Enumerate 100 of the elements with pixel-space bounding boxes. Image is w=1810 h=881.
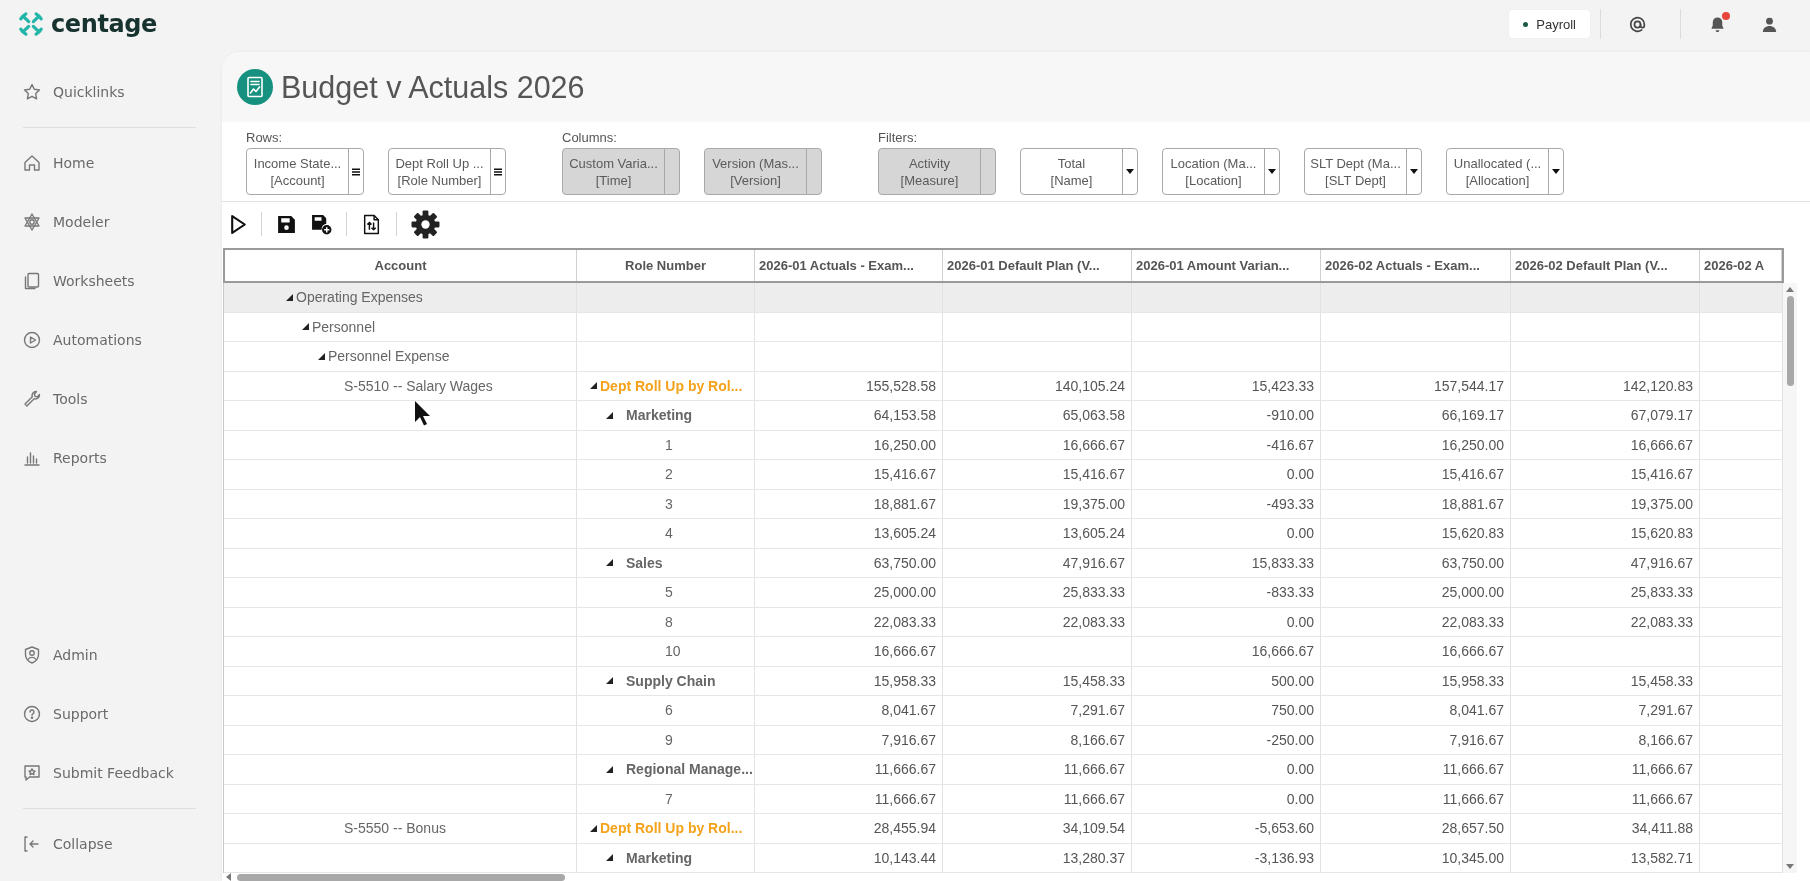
dropdown-arrow-icon[interactable]: [1126, 169, 1134, 174]
role-name: 4: [665, 525, 673, 542]
caret-icon[interactable]: [590, 824, 597, 832]
status-dot-icon: [1523, 21, 1529, 27]
field-pill[interactable]: Activity [Measure]: [878, 148, 996, 195]
field-pill[interactable]: Dept Roll Up ... [Role Number]: [388, 148, 506, 195]
bell-icon[interactable]: [1708, 14, 1727, 34]
table-cell: 15,958.33: [1321, 666, 1511, 695]
scroll-down-icon[interactable]: [1786, 864, 1794, 869]
table-cell: 16,250.00: [1321, 430, 1511, 459]
settings-icon[interactable]: [411, 209, 440, 239]
column-header[interactable]: 2026-02 Actuals - Exam...: [1321, 250, 1511, 281]
save-as-icon[interactable]: [311, 213, 332, 235]
dropdown-arrow-icon[interactable]: [1268, 169, 1276, 174]
caret-icon[interactable]: [606, 765, 613, 773]
table-cell: 64,153.58: [755, 401, 943, 430]
table-cell: 8,041.67: [755, 696, 943, 725]
scrollbar-thumb[interactable]: [1786, 296, 1794, 386]
play-icon[interactable]: [230, 213, 247, 235]
caret-icon[interactable]: [606, 677, 613, 685]
save-icon[interactable]: [276, 213, 297, 235]
table-cell: 16,666.67: [943, 430, 1132, 459]
column-header[interactable]: Account: [225, 250, 577, 281]
scrollbar-thumb[interactable]: [237, 873, 565, 881]
column-header[interactable]: 2026-02 A: [1700, 250, 1782, 281]
table-cell: 65,063.58: [943, 401, 1132, 430]
shield-user-icon: [22, 645, 42, 665]
table-cell: 15,958.33: [755, 666, 943, 695]
table-cell: -5,653.60: [1132, 814, 1321, 843]
nav-item[interactable]: Support: [0, 696, 222, 732]
nav-item[interactable]: Quicklinks: [0, 74, 222, 110]
scroll-left-icon[interactable]: [226, 873, 231, 881]
table-cell: 63,750.00: [1321, 548, 1511, 577]
group-label: Rows:: [246, 130, 284, 145]
role-name: Regional Manage...: [626, 761, 753, 778]
field-pill[interactable]: Income State... [Account]: [246, 148, 364, 195]
column-header[interactable]: 2026-01 Default Plan (V...: [943, 250, 1132, 281]
menu-icon[interactable]: [494, 167, 502, 176]
field-pill[interactable]: Unallocated (... [Allocation]: [1446, 148, 1564, 195]
table-cell: 16,666.67: [1132, 637, 1321, 666]
caret-icon[interactable]: [606, 559, 613, 567]
caret-icon[interactable]: [318, 352, 325, 360]
caret-icon[interactable]: [606, 854, 613, 862]
field-pill[interactable]: SLT Dept (Ma... [SLT Dept]: [1304, 148, 1422, 195]
wrench-icon: [22, 389, 42, 409]
nav-item[interactable]: Automations: [0, 322, 222, 358]
table-cell: 11,666.67: [943, 784, 1132, 813]
workspace-button[interactable]: Payroll: [1509, 10, 1590, 38]
brand-name: centage: [51, 10, 157, 38]
caret-icon[interactable]: [302, 323, 309, 331]
account-name: S-5510 -- Salary Wages: [344, 377, 493, 394]
column-header[interactable]: 2026-01 Actuals - Exam...: [755, 250, 943, 281]
export-icon[interactable]: [361, 213, 382, 235]
table-cell: 19,375.00: [1511, 489, 1700, 518]
table-cell: 13,605.24: [943, 519, 1132, 548]
collapse-button[interactable]: Collapse: [0, 826, 222, 862]
column-header[interactable]: 2026-02 Default Plan (V...: [1511, 250, 1700, 281]
table-cell: 15,458.33: [1511, 666, 1700, 695]
account-name: Operating Expenses: [296, 289, 423, 306]
dropdown-arrow-icon[interactable]: [1410, 169, 1418, 174]
column-header[interactable]: Role Number: [577, 250, 755, 281]
nav-item[interactable]: Tools: [0, 381, 222, 417]
role-name: 9: [665, 731, 673, 748]
vertical-scrollbar[interactable]: [1783, 283, 1797, 873]
menu-icon[interactable]: [352, 167, 360, 176]
account-name: Personnel: [312, 318, 376, 335]
field-pill[interactable]: Custom Varia... [Time]: [562, 148, 680, 195]
at-sign-icon[interactable]: [1628, 14, 1647, 34]
table-cell: 750.00: [1132, 696, 1321, 725]
caret-icon[interactable]: [606, 411, 613, 419]
field-pill[interactable]: Version (Mas... [Version]: [704, 148, 822, 195]
caret-icon[interactable]: [286, 293, 293, 301]
table-cell: 28,455.94: [755, 814, 943, 843]
group-label: Columns:: [562, 130, 618, 145]
nav-item[interactable]: Reports: [0, 440, 222, 476]
nav-item[interactable]: Modeler: [0, 204, 222, 240]
dropdown-arrow-icon[interactable]: [1552, 169, 1560, 174]
table-cell: 22,083.33: [1511, 607, 1700, 636]
feedback-icon: [22, 763, 42, 783]
nav-item[interactable]: Submit Feedback: [0, 755, 222, 791]
table-cell: 500.00: [1132, 666, 1321, 695]
field-pill[interactable]: Location (Ma... [Location]: [1162, 148, 1280, 195]
table-cell: 0.00: [1132, 519, 1321, 548]
table-cell: 47,916.67: [1511, 548, 1700, 577]
table-cell: 11,666.67: [1511, 784, 1700, 813]
nav-item[interactable]: Admin: [0, 637, 222, 673]
column-header[interactable]: 2026-01 Amount Varian...: [1132, 250, 1321, 281]
scroll-up-icon[interactable]: [1786, 287, 1794, 292]
nav-item[interactable]: Worksheets: [0, 263, 222, 299]
role-name: Marketing: [626, 849, 693, 866]
table-cell: 10,143.44: [755, 843, 943, 872]
table-cell: 13,280.37: [943, 843, 1132, 872]
table-cell: 28,657.50: [1321, 814, 1511, 843]
table-cell: 7,916.67: [1321, 725, 1511, 754]
table-cell: 15,620.83: [1511, 519, 1700, 548]
table-cell: -416.67: [1132, 430, 1321, 459]
caret-icon[interactable]: [590, 382, 597, 390]
field-pill[interactable]: Total [Name]: [1020, 148, 1138, 195]
nav-item[interactable]: Home: [0, 145, 222, 181]
star-icon: [22, 82, 42, 102]
